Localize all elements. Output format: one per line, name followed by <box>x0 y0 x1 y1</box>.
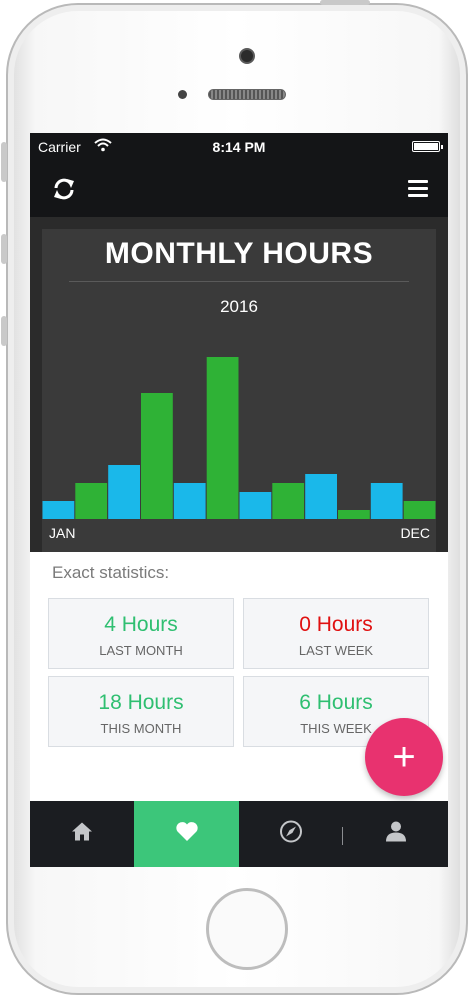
bar-aug <box>272 483 305 519</box>
proximity-sensor <box>178 90 187 99</box>
sync-icon[interactable] <box>52 177 76 206</box>
bar-nov <box>370 483 403 519</box>
user-icon <box>385 821 407 848</box>
bottom-tab-bar <box>30 801 448 867</box>
home-button[interactable] <box>206 888 288 970</box>
compass-icon <box>279 820 303 849</box>
bar-jul <box>239 492 272 519</box>
bar-oct <box>338 510 370 519</box>
tab-profile[interactable] <box>343 801 448 867</box>
heart-icon <box>175 821 199 847</box>
tab-explore[interactable] <box>239 801 343 867</box>
front-camera <box>239 48 255 64</box>
stat-value: 4 Hours <box>104 613 178 636</box>
stat-card-last-month: 4 Hours LAST MONTH <box>48 598 234 669</box>
battery-icon <box>412 141 443 152</box>
mute-switch <box>1 142 7 182</box>
bar-may <box>173 483 206 519</box>
x-tick-label-last: DEC <box>400 525 430 541</box>
stat-card-this-month: 18 Hours THIS MONTH <box>48 676 234 747</box>
stat-label: LAST WEEK <box>298 643 374 658</box>
bar-feb <box>75 483 108 519</box>
stat-label: LAST MONTH <box>99 643 183 658</box>
monthly-hours-chart: MONTHLY HOURS 2016 JAN DEC <box>30 217 448 552</box>
tab-favorites[interactable] <box>134 801 239 867</box>
stat-card-last-week: 0 Hours LAST WEEK <box>243 598 429 669</box>
bar-sep <box>305 474 337 519</box>
bar-jan <box>42 501 75 519</box>
stat-value: 6 Hours <box>299 691 373 714</box>
stat-value: 0 Hours <box>299 613 373 636</box>
app-screen: Carrier 8:14 PM MONTHLY HOURS 2016 JAN D… <box>30 133 448 867</box>
status-time: 8:14 PM <box>212 139 266 155</box>
volume-up-button <box>1 234 7 264</box>
hamburger-menu-icon[interactable] <box>408 180 428 197</box>
add-button[interactable]: + <box>365 718 443 796</box>
bar-jun <box>206 357 239 519</box>
bar-dec <box>403 501 436 519</box>
stat-value: 18 Hours <box>98 691 184 714</box>
earpiece-speaker <box>208 89 286 100</box>
x-tick-label-first: JAN <box>49 525 76 541</box>
power-button <box>320 0 370 5</box>
volume-down-button <box>1 316 7 346</box>
home-icon <box>71 822 93 847</box>
chart-panel: MONTHLY HOURS 2016 JAN DEC <box>42 229 436 552</box>
bar-mar <box>108 465 140 519</box>
tab-home[interactable] <box>30 801 134 867</box>
stat-label: THIS MONTH <box>100 721 182 736</box>
status-bar: Carrier 8:14 PM <box>30 133 448 161</box>
stats-heading: Exact statistics: <box>52 563 170 582</box>
bar-plot <box>42 357 436 519</box>
bar-apr <box>141 393 173 519</box>
top-nav-bar <box>30 161 448 217</box>
